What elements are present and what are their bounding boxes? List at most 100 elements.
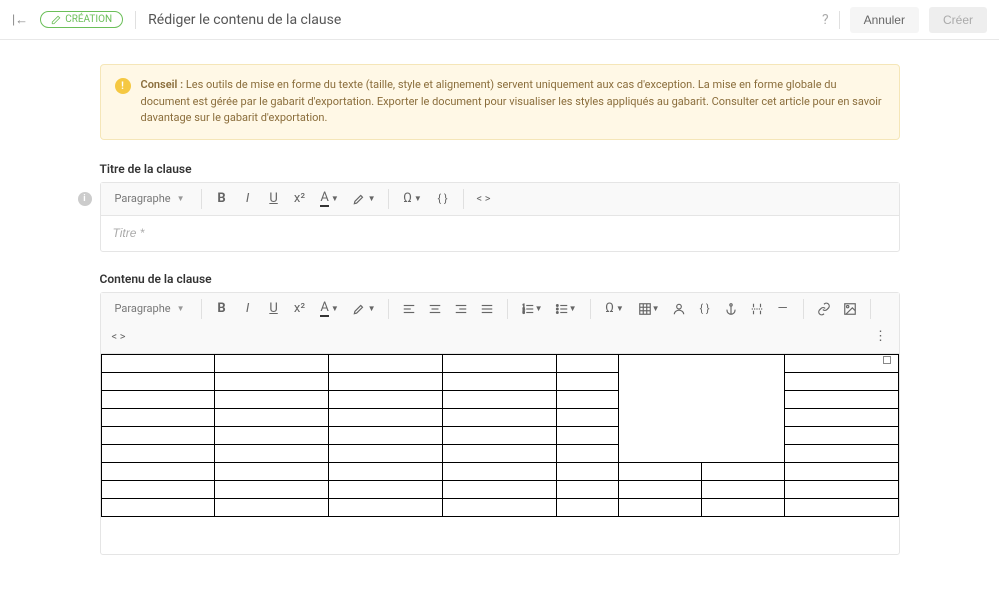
table-cell[interactable] bbox=[101, 480, 215, 498]
align-right-button[interactable] bbox=[449, 297, 473, 321]
table-cell[interactable] bbox=[101, 408, 215, 426]
variable-button[interactable]: { } bbox=[693, 297, 717, 321]
italic-button[interactable]: I bbox=[236, 187, 260, 211]
unordered-list-button[interactable]: ▼ bbox=[550, 297, 582, 321]
table-cell[interactable] bbox=[618, 462, 701, 480]
info-icon[interactable]: i bbox=[78, 192, 92, 206]
table-cell[interactable] bbox=[443, 444, 557, 462]
anchor-button[interactable] bbox=[719, 297, 743, 321]
table-cell[interactable] bbox=[329, 408, 443, 426]
font-color-button[interactable]: A ▼ bbox=[314, 187, 346, 211]
help-icon[interactable]: ? bbox=[822, 12, 829, 28]
table-cell[interactable] bbox=[215, 426, 329, 444]
title-input-area[interactable] bbox=[101, 216, 899, 251]
hr-button[interactable]: — bbox=[771, 297, 795, 321]
table-cell[interactable] bbox=[701, 462, 784, 480]
table-cell[interactable] bbox=[784, 390, 898, 408]
table-cell[interactable] bbox=[443, 498, 557, 516]
table-cell[interactable] bbox=[784, 372, 898, 390]
table-cell[interactable] bbox=[215, 408, 329, 426]
variable-button[interactable]: { } bbox=[431, 187, 455, 211]
table-cell[interactable] bbox=[443, 354, 557, 372]
paragraph-style-select[interactable]: Paragraphe ▼ bbox=[107, 299, 193, 318]
table-cell[interactable] bbox=[329, 354, 443, 372]
table-cell[interactable] bbox=[556, 444, 618, 462]
pagebreak-button[interactable] bbox=[745, 297, 769, 321]
table-cell[interactable] bbox=[215, 372, 329, 390]
table-cell[interactable] bbox=[556, 372, 618, 390]
table-cell[interactable] bbox=[556, 498, 618, 516]
table-cell[interactable] bbox=[556, 426, 618, 444]
table-cell[interactable] bbox=[618, 354, 784, 462]
ordered-list-button[interactable]: 123 ▼ bbox=[516, 297, 548, 321]
table-cell[interactable] bbox=[784, 408, 898, 426]
table-cell[interactable] bbox=[784, 462, 898, 480]
table-cell[interactable] bbox=[556, 480, 618, 498]
table-cell[interactable] bbox=[101, 462, 215, 480]
table-cell[interactable] bbox=[443, 372, 557, 390]
bold-button[interactable]: B bbox=[210, 297, 234, 321]
person-button[interactable] bbox=[667, 297, 691, 321]
collapse-icon[interactable]: |← bbox=[12, 12, 28, 28]
image-button[interactable] bbox=[838, 297, 862, 321]
underline-button[interactable]: U bbox=[262, 187, 286, 211]
table-cell[interactable] bbox=[784, 354, 898, 372]
source-code-button[interactable]: < > bbox=[107, 325, 131, 349]
table-cell[interactable] bbox=[784, 444, 898, 462]
table-cell[interactable] bbox=[443, 480, 557, 498]
table-cell[interactable] bbox=[443, 426, 557, 444]
table-cell[interactable] bbox=[215, 462, 329, 480]
cancel-button[interactable]: Annuler bbox=[850, 7, 919, 33]
table-cell[interactable] bbox=[618, 498, 701, 516]
table-cell[interactable] bbox=[701, 480, 784, 498]
highlight-button[interactable]: ▼ bbox=[348, 297, 380, 321]
more-button[interactable]: ⋮ bbox=[869, 325, 893, 349]
table-cell[interactable] bbox=[329, 390, 443, 408]
table-cell[interactable] bbox=[556, 408, 618, 426]
table-cell[interactable] bbox=[101, 498, 215, 516]
table-cell[interactable] bbox=[784, 480, 898, 498]
table-cell[interactable] bbox=[556, 390, 618, 408]
create-button[interactable]: Créer bbox=[929, 7, 987, 33]
table-cell[interactable] bbox=[618, 480, 701, 498]
table-cell[interactable] bbox=[101, 390, 215, 408]
special-char-button[interactable]: Ω ▼ bbox=[397, 187, 429, 211]
title-field[interactable] bbox=[113, 226, 887, 240]
superscript-button[interactable]: x² bbox=[288, 297, 312, 321]
paragraph-style-select[interactable]: Paragraphe ▼ bbox=[107, 189, 193, 208]
table-cell[interactable] bbox=[329, 444, 443, 462]
table-cell[interactable] bbox=[329, 426, 443, 444]
table-cell[interactable] bbox=[443, 390, 557, 408]
table-cell[interactable] bbox=[784, 498, 898, 516]
table-cell[interactable] bbox=[215, 354, 329, 372]
table-cell[interactable] bbox=[101, 426, 215, 444]
bold-button[interactable]: B bbox=[210, 187, 234, 211]
italic-button[interactable]: I bbox=[236, 297, 260, 321]
underline-button[interactable]: U bbox=[262, 297, 286, 321]
table-cell[interactable] bbox=[556, 462, 618, 480]
table-cell[interactable] bbox=[443, 462, 557, 480]
table-cell[interactable] bbox=[215, 390, 329, 408]
table-handle-icon[interactable] bbox=[883, 356, 891, 364]
table-cell[interactable] bbox=[329, 372, 443, 390]
font-color-button[interactable]: A ▼ bbox=[314, 297, 346, 321]
align-left-button[interactable] bbox=[397, 297, 421, 321]
table-button[interactable]: ▼ bbox=[633, 297, 665, 321]
table-cell[interactable] bbox=[784, 426, 898, 444]
special-char-button[interactable]: Ω ▼ bbox=[599, 297, 631, 321]
content-editable-area[interactable] bbox=[101, 354, 899, 554]
table-cell[interactable] bbox=[101, 354, 215, 372]
source-code-button[interactable]: < > bbox=[472, 187, 496, 211]
table-cell[interactable] bbox=[329, 480, 443, 498]
superscript-button[interactable]: x² bbox=[288, 187, 312, 211]
align-center-button[interactable] bbox=[423, 297, 447, 321]
highlight-button[interactable]: ▼ bbox=[348, 187, 380, 211]
table-cell[interactable] bbox=[215, 480, 329, 498]
table-cell[interactable] bbox=[215, 498, 329, 516]
link-button[interactable] bbox=[812, 297, 836, 321]
table-cell[interactable] bbox=[215, 444, 329, 462]
table-cell[interactable] bbox=[556, 354, 618, 372]
table-cell[interactable] bbox=[101, 444, 215, 462]
content-table[interactable] bbox=[101, 354, 899, 517]
align-justify-button[interactable] bbox=[475, 297, 499, 321]
